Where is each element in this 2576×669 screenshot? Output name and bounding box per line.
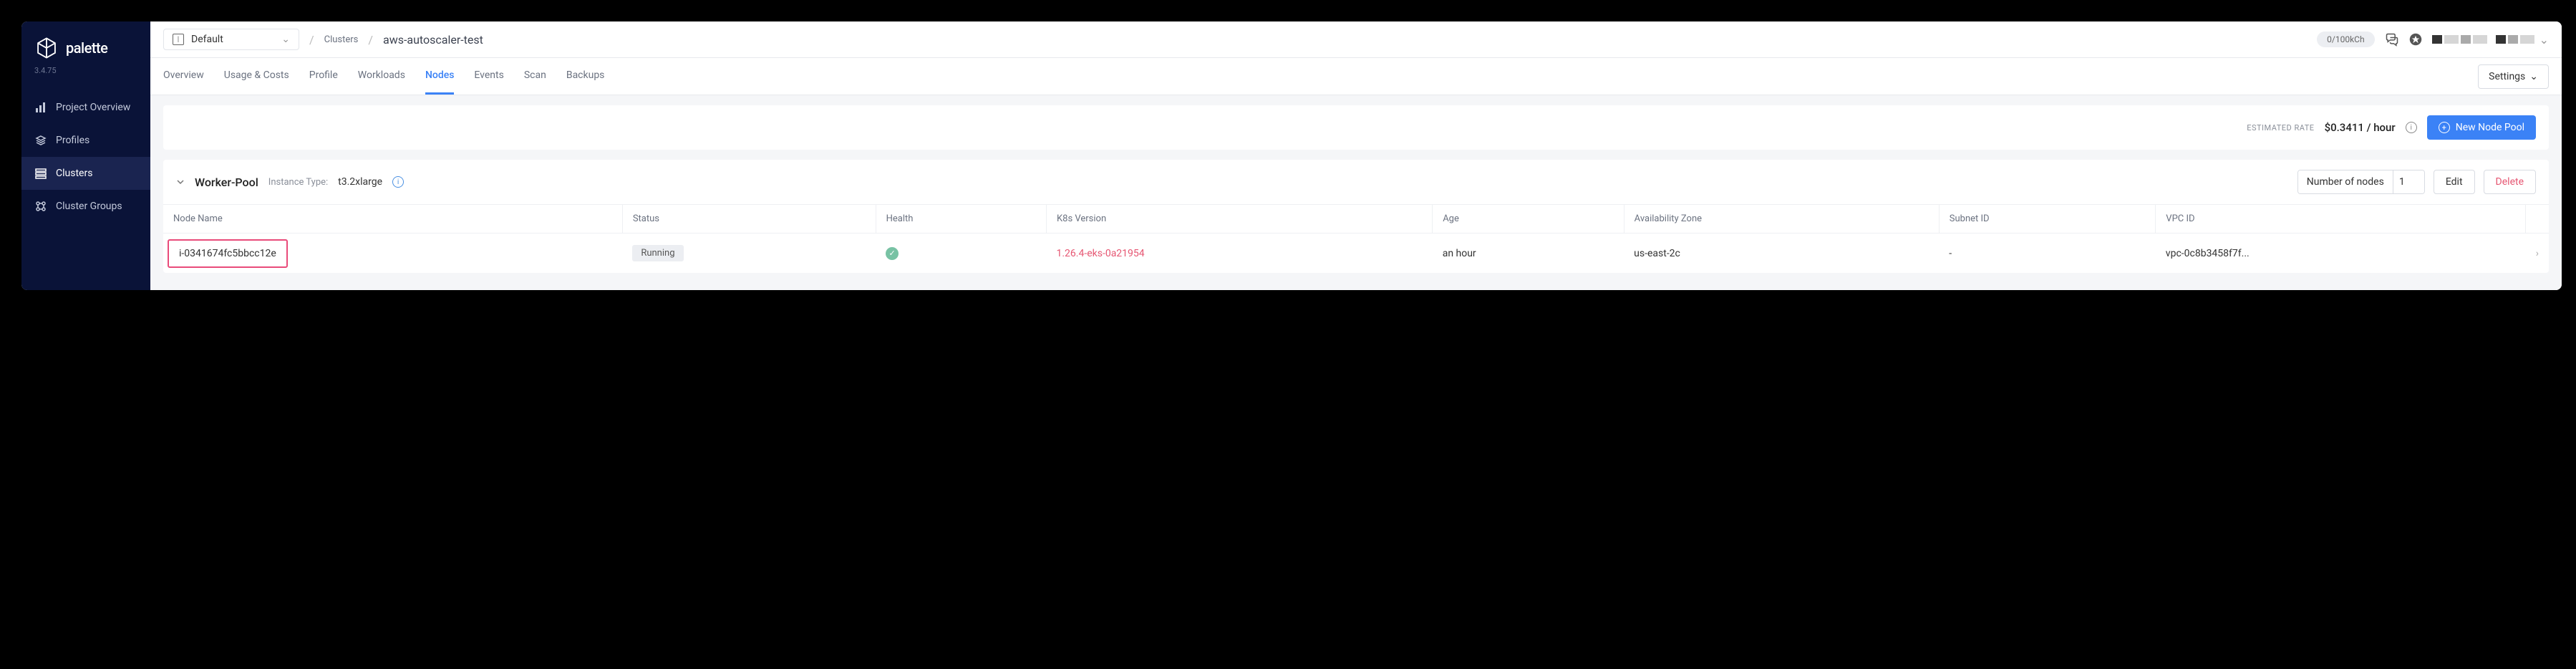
col-health: Health [876,205,1046,234]
main-content: Default ⌄ / Clusters / aws-autoscaler-te… [150,21,2562,290]
project-selector[interactable]: Default ⌄ [163,29,299,50]
sidebar-item-label: Profiles [56,135,89,146]
settings-button[interactable]: Settings ⌄ [2478,64,2549,89]
col-subnet: Subnet ID [1939,205,2156,234]
breadcrumb-parent[interactable]: Clusters [324,34,359,45]
chat-icon[interactable] [2385,32,2399,47]
chevron-down-icon: ⌄ [2529,71,2538,82]
status-badge: Running [632,245,683,261]
table-row[interactable]: i-0341674fc5bbcc12e Running ✓ 1.26.4-eks… [163,234,2549,274]
sidebar-item-label: Project Overview [56,102,130,113]
subnet-value: - [1939,234,2156,274]
col-node-name: Node Name [163,205,622,234]
sidebar-item-label: Cluster Groups [56,201,122,212]
sidebar-item-profiles[interactable]: Profiles [21,124,150,157]
col-age: Age [1433,205,1624,234]
topbar-right: 0/100kCh ⌄ [2317,32,2549,47]
breadcrumb-current: aws-autoscaler-test [383,33,483,47]
col-status: Status [622,205,876,234]
nodes-table: Node Name Status Health K8s Version Age … [163,205,2549,273]
chevron-down-icon: ⌄ [281,34,290,45]
col-az: Availability Zone [1624,205,1939,234]
instance-type-value: t3.2xlarge [338,176,382,188]
node-name-highlighted: i-0341674fc5bbcc12e [168,239,288,268]
tab-scan[interactable]: Scan [524,58,546,95]
star-icon[interactable] [2409,33,2422,46]
rate-value: $0.3411 / hour [2325,121,2396,134]
node-pool-card: Worker-Pool Instance Type: t3.2xlarge i … [163,160,2549,273]
new-pool-label: New Node Pool [2456,122,2524,133]
instance-type-label: Instance Type: [268,177,328,188]
pool-header: Worker-Pool Instance Type: t3.2xlarge i … [163,160,2549,205]
num-nodes-input[interactable] [2393,170,2424,193]
version-text: 3.4.75 [21,66,150,91]
tab-profile[interactable]: Profile [309,58,338,95]
sidebar: palette 3.4.75 Project Overview Profiles… [21,21,150,290]
col-vpc: VPC ID [2156,205,2526,234]
pool-name: Worker-Pool [195,175,258,189]
sidebar-item-cluster-groups[interactable]: Cluster Groups [21,190,150,223]
rate-bar: ESTIMATED RATE $0.3411 / hour i + New No… [163,105,2549,150]
logo: palette [21,36,150,66]
sidebar-item-clusters[interactable]: Clusters [21,157,150,190]
tab-workloads[interactable]: Workloads [358,58,405,95]
content-area: ESTIMATED RATE $0.3411 / hour i + New No… [150,95,2562,290]
tab-events[interactable]: Events [474,58,503,95]
usage-pill: 0/100kCh [2317,32,2374,47]
health-check-icon: ✓ [886,247,899,260]
breadcrumb-separator: / [368,33,373,47]
plus-icon: + [2439,122,2450,133]
layers-icon [34,134,47,147]
breadcrumb-separator: / [309,33,314,47]
new-node-pool-button[interactable]: + New Node Pool [2427,115,2536,140]
sidebar-item-project-overview[interactable]: Project Overview [21,91,150,124]
clusters-icon [34,167,47,180]
col-k8s: K8s Version [1046,205,1432,234]
project-name: Default [191,34,223,45]
chevron-right-icon[interactable]: › [2536,248,2539,259]
vpc-value: vpc-0c8b3458f7f... [2156,234,2526,274]
chevron-down-icon[interactable] [176,178,185,186]
chevron-down-icon: ⌄ [2539,33,2549,47]
tab-overview[interactable]: Overview [163,58,204,95]
pool-actions: Number of nodes Edit Delete [2297,170,2536,194]
user-avatar[interactable]: ⌄ [2432,33,2549,47]
topbar: Default ⌄ / Clusters / aws-autoscaler-te… [150,21,2562,58]
info-icon[interactable]: i [2406,122,2417,133]
rate-label: ESTIMATED RATE [2247,123,2314,133]
tabs: Overview Usage & Costs Profile Workloads… [150,58,2562,95]
tab-backups[interactable]: Backups [566,58,605,95]
az-value: us-east-2c [1624,234,1939,274]
app-shell: palette 3.4.75 Project Overview Profiles… [21,21,2562,290]
k8s-version-link[interactable]: 1.26.4-eks-0a21954 [1056,248,1144,259]
number-of-nodes-control: Number of nodes [2297,170,2425,194]
edit-button[interactable]: Edit [2434,170,2475,194]
project-icon [173,34,184,45]
info-icon[interactable]: i [392,176,404,188]
settings-label: Settings [2489,71,2525,82]
age-value: an hour [1433,234,1624,274]
palette-logo-icon [34,36,59,60]
logo-text: palette [66,39,107,57]
delete-button[interactable]: Delete [2484,170,2536,194]
sidebar-item-label: Clusters [56,168,92,179]
num-nodes-label: Number of nodes [2298,170,2393,193]
cluster-groups-icon [34,200,47,213]
tab-nodes[interactable]: Nodes [425,58,454,95]
tab-usage-costs[interactable]: Usage & Costs [224,58,289,95]
bar-chart-icon [34,101,47,114]
